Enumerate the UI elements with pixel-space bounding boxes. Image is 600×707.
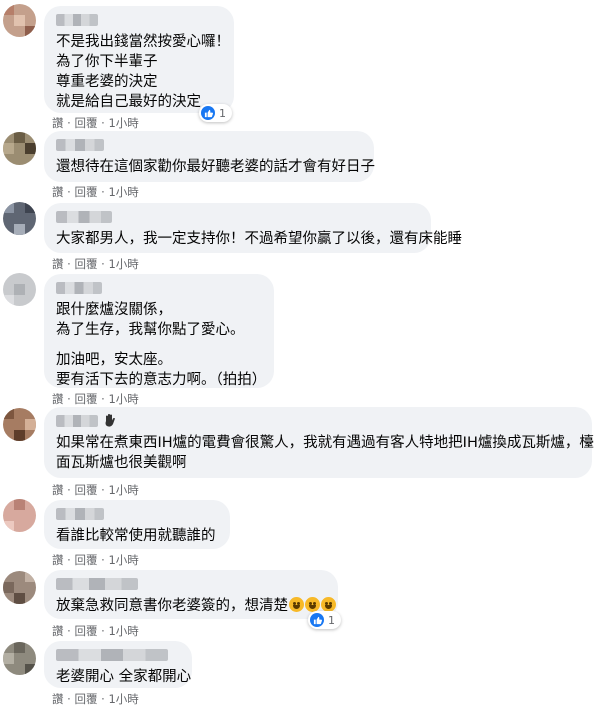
comment-text: 為了你下半輩子 (56, 54, 158, 70)
timestamp[interactable]: 1小時 (108, 392, 138, 406)
reaction-count: 1 (219, 106, 226, 120)
comment-text: 要有活下去的意志力啊。（拍拍） (56, 372, 267, 388)
like-reaction-icon (310, 613, 324, 627)
reply-link[interactable]: 回覆 (74, 257, 97, 271)
comment-actions: 讚 · 回覆 · 1小時 (52, 257, 139, 271)
comment-bubble: 老婆開心 全家都開心 (44, 641, 192, 688)
commenter-name-blurred[interactable] (56, 508, 104, 520)
reaction-summary[interactable]: 1 (308, 611, 341, 629)
commenter-avatar[interactable] (3, 132, 36, 165)
commenter-name-blurred[interactable] (56, 211, 112, 223)
comment-text: 大家都男人，我一定支持你！不過希望你贏了以後，還有床能睡 (56, 231, 462, 247)
comment-text: 跟什麼爐沒關係， (56, 302, 172, 318)
comment-text: 如果常在煮東西IH爐的電費會很驚人，我就有遇過有客人特地把IH爐換成瓦斯爐，檯 (56, 435, 594, 451)
comment-text: 為了生存，我幫你點了愛心。 (56, 322, 245, 338)
commenter-avatar[interactable] (3, 202, 36, 235)
reply-link[interactable]: 回覆 (74, 116, 97, 130)
comment-text: 面瓦斯爐也很美觀啊 (56, 455, 187, 471)
timestamp[interactable]: 1小時 (108, 116, 138, 130)
commenter-name-blurred[interactable] (56, 649, 168, 661)
commenter-name-blurred[interactable] (56, 282, 102, 294)
comment-bubble: 不是我出錢當然按愛心囉！ 為了你下半輩子 尊重老婆的決定 就是給自己最好的決定 (44, 6, 234, 113)
laughing-emoji-icon (305, 597, 320, 612)
commenter-avatar[interactable] (3, 571, 36, 604)
timestamp[interactable]: 1小時 (108, 185, 138, 199)
comment-bubble: 如果常在煮東西IH爐的電費會很驚人，我就有遇過有客人特地把IH爐換成瓦斯爐，檯 … (44, 407, 594, 478)
comment-text: 不是我出錢當然按愛心囉！ (56, 34, 230, 50)
comment-actions: 讚 · 回覆 · 1小時 (52, 692, 139, 706)
comment-text: 尊重老婆的決定 (56, 74, 158, 90)
comment-text: 放棄急救同意書你老婆簽的，想清楚 (56, 596, 336, 616)
laughing-emoji-icon (321, 597, 336, 612)
comment-actions: 讚 · 回覆 · 1小時 (52, 624, 139, 638)
comment-actions: 讚 · 回覆 · 1小時 (52, 116, 139, 130)
like-reaction-icon (201, 106, 215, 120)
comment-actions: 讚 · 回覆 · 1小時 (52, 483, 139, 497)
timestamp[interactable]: 1小時 (108, 553, 138, 567)
comment-text: 還想待在這個家勸你最好聽老婆的話才會有好日子 (56, 159, 375, 175)
timestamp[interactable]: 1小時 (108, 483, 138, 497)
reaction-count: 1 (328, 613, 335, 627)
like-link[interactable]: 讚 (52, 553, 64, 567)
comment-text: 加油吧，安太座。 (56, 352, 172, 368)
like-link[interactable]: 讚 (52, 692, 64, 706)
commenter-avatar[interactable] (3, 4, 36, 37)
commenter-avatar[interactable] (3, 642, 36, 675)
comment-text: 就是給自己最好的決定 (56, 94, 201, 110)
hand-wave-icon (105, 414, 115, 427)
reply-link[interactable]: 回覆 (74, 692, 97, 706)
like-link[interactable]: 讚 (52, 116, 64, 130)
timestamp[interactable]: 1小時 (108, 692, 138, 706)
commenter-name-blurred[interactable] (56, 139, 104, 151)
like-link[interactable]: 讚 (52, 185, 64, 199)
reply-link[interactable]: 回覆 (74, 553, 97, 567)
laughing-emoji-icon (289, 597, 304, 612)
commenter-avatar[interactable] (3, 273, 36, 306)
commenter-name-blurred[interactable] (56, 578, 138, 590)
comment-actions: 讚 · 回覆 · 1小時 (52, 392, 139, 406)
commenter-avatar[interactable] (3, 408, 36, 441)
comment-bubble: 看誰比較常使用就聽誰的 (44, 500, 230, 549)
timestamp[interactable]: 1小時 (108, 624, 138, 638)
comment-text: 老婆開心 全家都開心 (56, 669, 192, 685)
reply-link[interactable]: 回覆 (74, 185, 97, 199)
comment-text-content: 放棄急救同意書你老婆簽的，想清楚 (56, 598, 288, 614)
reply-link[interactable]: 回覆 (74, 483, 97, 497)
commenter-avatar[interactable] (3, 499, 36, 532)
timestamp[interactable]: 1小時 (108, 257, 138, 271)
comment-actions: 讚 · 回覆 · 1小時 (52, 185, 139, 199)
commenter-name-blurred[interactable] (56, 14, 98, 26)
comment-actions: 讚 · 回覆 · 1小時 (52, 553, 139, 567)
comment-bubble: 跟什麼爐沒關係， 為了生存，我幫你點了愛心。 加油吧，安太座。 要有活下去的意志… (44, 274, 274, 388)
comment-bubble: 放棄急救同意書你老婆簽的，想清楚 (44, 570, 338, 619)
commenter-name-blurred[interactable] (56, 415, 98, 427)
like-link[interactable]: 讚 (52, 483, 64, 497)
reply-link[interactable]: 回覆 (74, 624, 97, 638)
reply-link[interactable]: 回覆 (74, 392, 97, 406)
like-link[interactable]: 讚 (52, 624, 64, 638)
comment-bubble: 還想待在這個家勸你最好聽老婆的話才會有好日子 (44, 131, 375, 182)
like-link[interactable]: 讚 (52, 257, 64, 271)
like-link[interactable]: 讚 (52, 392, 64, 406)
comment-text: 看誰比較常使用就聽誰的 (56, 528, 216, 544)
comment-bubble: 大家都男人，我一定支持你！不過希望你贏了以後，還有床能睡 (44, 203, 462, 253)
reaction-summary[interactable]: 1 (199, 104, 232, 122)
